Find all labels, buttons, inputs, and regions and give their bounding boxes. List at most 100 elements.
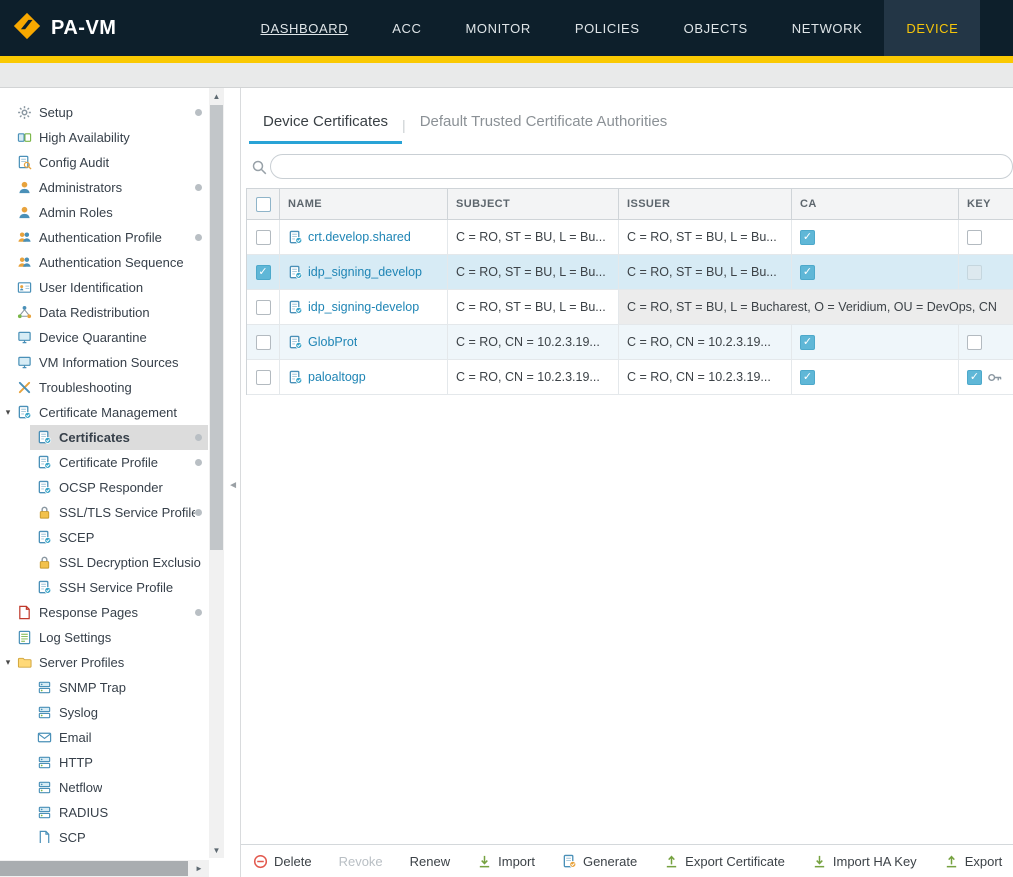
sidebar-item-scp[interactable]: SCP [30, 825, 208, 843]
column-header-subject[interactable]: SUBJECT [448, 189, 619, 219]
certificate-name-link[interactable]: idp_signing-develop [308, 300, 419, 314]
scroll-down-button[interactable]: ▼ [209, 842, 224, 858]
sidebar-item-config-audit[interactable]: Config Audit [0, 150, 208, 175]
nav-item-acc[interactable]: ACC [370, 0, 443, 56]
cert-icon [34, 455, 54, 471]
certificate-name-link[interactable]: crt.develop.shared [308, 230, 411, 244]
column-header-issuer[interactable]: ISSUER [619, 189, 792, 219]
ca-checkbox[interactable]: ✓ [800, 335, 815, 350]
tab-default-trusted-certificate-authorities[interactable]: Default Trusted Certificate Authorities [406, 113, 682, 144]
person-icon [14, 180, 34, 196]
cert-icon [34, 530, 54, 546]
vertical-scroll-thumb[interactable] [210, 105, 223, 550]
sidebar-item-data-redistribution[interactable]: Data Redistribution [0, 300, 208, 325]
sidebar-item-email[interactable]: Email [30, 725, 208, 750]
toolbar-button-label: Import [498, 854, 535, 869]
search-input[interactable] [270, 154, 1013, 179]
horizontal-scroll-thumb[interactable] [0, 861, 188, 876]
nav-item-device[interactable]: DEVICE [884, 0, 980, 56]
sidebar-item-certificate-profile[interactable]: Certificate Profile [30, 450, 208, 475]
delete-button[interactable]: Delete [253, 854, 312, 869]
row-checkbox[interactable] [256, 300, 271, 315]
ca-checkbox[interactable]: ✓ [800, 230, 815, 245]
subject-cell: C = RO, CN = 10.2.3.19... [448, 325, 619, 359]
sidebar-item-device-quarantine[interactable]: Device Quarantine [0, 325, 208, 350]
sidebar-item-radius[interactable]: RADIUS [30, 800, 208, 825]
sidebar-horizontal-scrollbar[interactable]: ► [0, 860, 209, 877]
sidebar-vertical-scrollbar[interactable]: ▲ ▼ [209, 88, 224, 858]
generate-button[interactable]: Generate [562, 854, 637, 869]
expand-caret-icon[interactable]: ▾ [2, 657, 14, 668]
nav-item-dashboard[interactable]: DASHBOARD [238, 0, 370, 56]
table-row[interactable]: ✓idp_signing_developC = RO, ST = BU, L =… [247, 255, 1013, 290]
sidebar-collapse-handle[interactable]: ◄ [228, 480, 238, 491]
sidebar-item-high-availability[interactable]: High Availability [0, 125, 208, 150]
sidebar-item-ssl-tls-service-profile[interactable]: SSL/TLS Service Profile [30, 500, 208, 525]
expand-caret-icon[interactable]: ▾ [2, 407, 14, 418]
sidebar-item-server-profiles[interactable]: ▾Server Profiles [0, 650, 208, 675]
sidebar-item-user-identification[interactable]: User Identification [0, 275, 208, 300]
table-row[interactable]: idp_signing-developC = RO, ST = BU, L = … [247, 290, 1013, 325]
key-checkbox[interactable] [967, 230, 982, 245]
table-row[interactable]: crt.develop.sharedC = RO, ST = BU, L = B… [247, 220, 1013, 255]
table-row[interactable]: paloaltogpC = RO, CN = 10.2.3.19...C = R… [247, 360, 1013, 395]
renew-button[interactable]: Renew [410, 854, 450, 869]
sidebar-item-ssh-service-profile[interactable]: SSH Service Profile [30, 575, 208, 600]
sidebar-item-netflow[interactable]: Netflow [30, 775, 208, 800]
column-header-name[interactable]: NAME [280, 189, 448, 219]
sidebar-item-authentication-sequence[interactable]: Authentication Sequence [0, 250, 208, 275]
certificate-name-link[interactable]: idp_signing_develop [308, 265, 422, 279]
sidebar-item-ssl-decryption-exclusio[interactable]: SSL Decryption Exclusio [30, 550, 208, 575]
scroll-right-button[interactable]: ► [189, 860, 209, 877]
certificate-name-link[interactable]: paloaltogp [308, 370, 366, 384]
scroll-up-button[interactable]: ▲ [209, 88, 224, 104]
idcard-icon [14, 280, 34, 296]
sidebar-item-label: Setup [39, 105, 73, 120]
select-all-checkbox[interactable] [256, 197, 271, 212]
status-dot [195, 109, 202, 116]
sidebar-item-troubleshooting[interactable]: Troubleshooting [0, 375, 208, 400]
server-icon [34, 780, 54, 796]
ca-checkbox[interactable]: ✓ [800, 370, 815, 385]
sidebar-item-ocsp-responder[interactable]: OCSP Responder [30, 475, 208, 500]
column-header-ca[interactable]: CA [792, 189, 959, 219]
row-checkbox[interactable] [256, 230, 271, 245]
sidebar-item-authentication-profile[interactable]: Authentication Profile [0, 225, 208, 250]
sidebar-item-response-pages[interactable]: Response Pages [0, 600, 208, 625]
key-checkbox[interactable] [967, 265, 982, 280]
certificate-name-link[interactable]: GlobProt [308, 335, 357, 349]
ca-checkbox[interactable]: ✓ [800, 265, 815, 280]
sidebar-item-vm-information-sources[interactable]: VM Information Sources [0, 350, 208, 375]
sidebar-item-certificates[interactable]: Certificates [30, 425, 208, 450]
export-certificate-button[interactable]: Export Certificate [664, 854, 785, 869]
sidebar-item-label: HTTP [59, 755, 93, 770]
nav-item-objects[interactable]: OBJECTS [662, 0, 770, 56]
sidebar-item-log-settings[interactable]: Log Settings [0, 625, 208, 650]
row-checkbox[interactable] [256, 335, 271, 350]
column-header-key[interactable]: KEY [959, 189, 1013, 219]
toolbar-button-label: Renew [410, 854, 450, 869]
row-checkbox[interactable] [256, 370, 271, 385]
export-button[interactable]: Export [944, 854, 1003, 869]
key-checkbox[interactable]: ✓ [967, 370, 982, 385]
sidebar-item-administrators[interactable]: Administrators [0, 175, 208, 200]
sidebar-item-http[interactable]: HTTP [30, 750, 208, 775]
table-row[interactable]: GlobProtC = RO, CN = 10.2.3.19...C = RO,… [247, 325, 1013, 360]
import-button[interactable]: Import [477, 854, 535, 869]
nav-item-policies[interactable]: POLICIES [553, 0, 662, 56]
sidebar-item-label: Authentication Sequence [39, 255, 184, 270]
sidebar-item-certificate-management[interactable]: ▾Certificate Management [0, 400, 208, 425]
nav-item-monitor[interactable]: MONITOR [443, 0, 552, 56]
sidebar-item-snmp-trap[interactable]: SNMP Trap [30, 675, 208, 700]
sidebar-item-syslog[interactable]: Syslog [30, 700, 208, 725]
nav-item-network[interactable]: NETWORK [770, 0, 885, 56]
status-dot [195, 609, 202, 616]
row-checkbox[interactable]: ✓ [256, 265, 271, 280]
tab-device-certificates[interactable]: Device Certificates [249, 113, 402, 144]
top-nav-items: DASHBOARDACCMONITORPOLICIESOBJECTSNETWOR… [238, 0, 980, 56]
import-ha-key-button[interactable]: Import HA Key [812, 854, 917, 869]
key-checkbox[interactable] [967, 335, 982, 350]
sidebar-item-setup[interactable]: Setup [0, 100, 208, 125]
sidebar-item-admin-roles[interactable]: Admin Roles [0, 200, 208, 225]
sidebar-item-scep[interactable]: SCEP [30, 525, 208, 550]
